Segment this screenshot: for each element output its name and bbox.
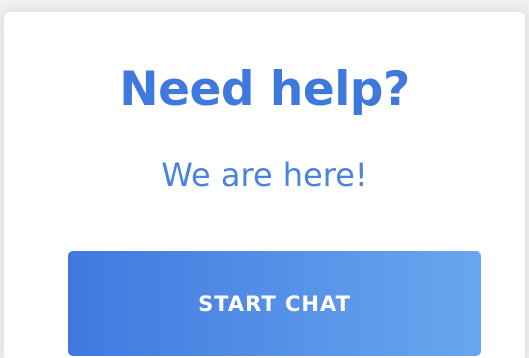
start-chat-button[interactable]: START CHAT xyxy=(68,251,481,356)
help-title: Need help? xyxy=(119,62,410,117)
help-card: Need help? We are here! START CHAT xyxy=(4,12,525,358)
help-subtitle: We are here! xyxy=(161,156,368,194)
